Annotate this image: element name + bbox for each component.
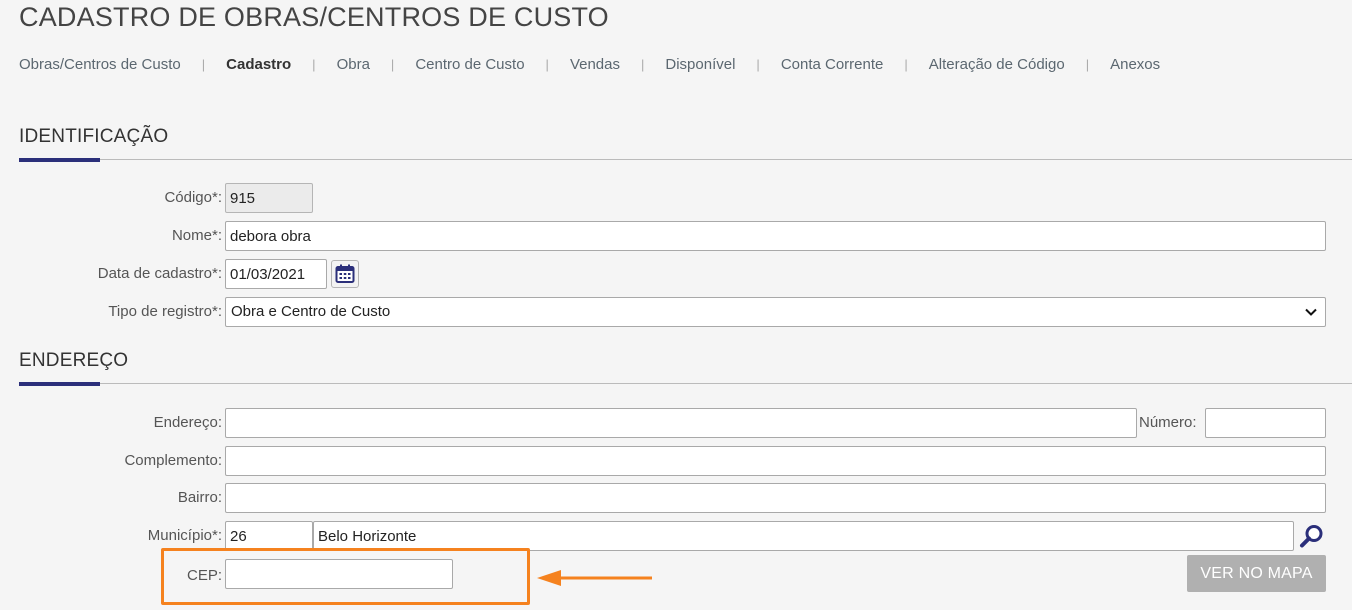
tab-separator: | [312,57,316,72]
codigo-field[interactable] [225,183,313,213]
tab-anexos[interactable]: Anexos [1110,56,1160,73]
endereco-label: Endereço: [153,414,222,431]
municipio-name-field[interactable] [313,521,1294,551]
tab-alteracao-de-codigo[interactable]: Alteração de Código [929,56,1065,73]
tab-conta-corrente[interactable]: Conta Corrente [781,56,884,73]
tab-cadastro[interactable]: Cadastro [226,56,291,73]
tab-disponivel[interactable]: Disponível [665,56,735,73]
calendar-icon [335,264,355,283]
chevron-down-icon [1305,308,1317,316]
tipo-registro-select[interactable]: Obra e Centro de Custo [225,297,1326,327]
complemento-label: Complemento: [124,452,222,469]
codigo-label: Código*: [164,189,222,206]
tab-bar: Obras/Centros de Custo | Cadastro | Obra… [19,56,1160,73]
complemento-field[interactable] [225,446,1326,476]
tab-obra[interactable]: Obra [337,56,370,73]
tipo-registro-label: Tipo de registro*: [108,303,222,320]
municipio-code-field[interactable] [225,521,313,551]
tab-separator: | [201,57,206,72]
tab-separator: | [756,57,760,72]
section-title: IDENTIFICAÇÃO [19,126,169,147]
municipio-search-button[interactable] [1297,521,1327,551]
section-title: ENDEREÇO [19,350,129,371]
numero-label: Número: [1139,414,1197,431]
search-icon [1300,525,1323,548]
arrow-left-icon [537,570,652,586]
calendar-button[interactable] [331,260,359,288]
section-endereco-header: ENDEREÇO [19,350,1352,386]
bairro-field[interactable] [225,483,1326,513]
municipio-label: Município*: [147,527,222,544]
tab-obras-centros-de-custo[interactable]: Obras/Centros de Custo [19,56,181,73]
tab-vendas[interactable]: Vendas [570,56,620,73]
endereco-field[interactable] [225,408,1137,438]
ver-no-mapa-button[interactable]: VER NO MAPA [1187,555,1326,592]
section-underline [19,158,100,162]
bairro-label: Bairro: [177,489,222,506]
tab-centro-de-custo[interactable]: Centro de Custo [415,56,524,73]
nome-field[interactable] [225,221,1326,251]
tab-separator: | [904,57,908,72]
data-cadastro-field[interactable] [225,259,327,289]
section-underline [19,382,100,386]
tipo-registro-value: Obra e Centro de Custo [225,297,1326,327]
section-identificacao-header: IDENTIFICAÇÃO [19,126,1352,162]
page-title: CADASTRO DE OBRAS/CENTROS DE CUSTO [19,2,609,32]
tab-separator: | [1085,57,1090,72]
cep-highlight-box [161,548,530,605]
tab-separator: | [640,57,645,72]
tab-separator: | [390,57,395,72]
nome-label: Nome*: [171,227,222,244]
data-cadastro-label: Data de cadastro*: [97,265,222,282]
numero-field[interactable] [1205,408,1326,438]
tab-separator: | [545,57,549,72]
